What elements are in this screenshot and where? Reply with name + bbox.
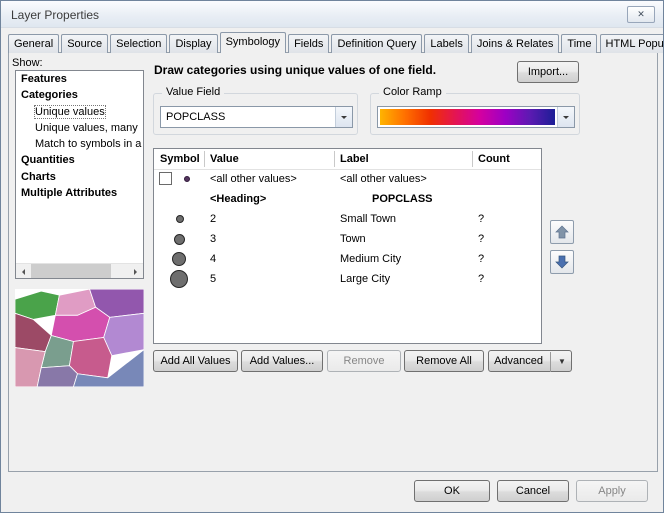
value-field-group-label: Value Field bbox=[162, 86, 224, 98]
close-button[interactable]: ✕ bbox=[627, 6, 655, 23]
window-title: Layer Properties bbox=[11, 8, 99, 22]
color-ramp-dropdown[interactable] bbox=[377, 106, 575, 128]
row-value: 5 bbox=[210, 269, 216, 289]
row-count: ? bbox=[478, 269, 484, 289]
chevron-down-icon[interactable] bbox=[557, 107, 574, 127]
map-preview-image bbox=[15, 289, 144, 387]
symbology-map-preview bbox=[15, 289, 144, 387]
graduated-circle-icon[interactable] bbox=[170, 270, 188, 288]
point-symbol-icon[interactable] bbox=[184, 176, 190, 182]
ok-button[interactable]: OK bbox=[414, 480, 490, 502]
graduated-circle-icon[interactable] bbox=[172, 252, 186, 266]
symbology-pane: Show: Features Categories Unique values … bbox=[8, 52, 658, 472]
row-label: Medium City bbox=[340, 249, 401, 269]
all-other-values-checkbox[interactable] bbox=[159, 172, 172, 185]
scroll-left-icon[interactable] bbox=[16, 264, 31, 279]
row-label: POPCLASS bbox=[372, 189, 433, 209]
add-all-values-button[interactable]: Add All Values bbox=[153, 350, 238, 372]
remove-button[interactable]: Remove bbox=[327, 350, 401, 372]
scrollbar-thumb[interactable] bbox=[31, 264, 111, 279]
tab-time[interactable]: Time bbox=[561, 34, 597, 53]
menu-arrow-icon: ▼ bbox=[550, 352, 566, 372]
unique-values-table: Symbol Value Label Count <all other valu… bbox=[153, 148, 542, 344]
show-item-match-symbols[interactable]: Match to symbols in a bbox=[16, 136, 143, 152]
table-row-large-city[interactable]: 5 Large City ? bbox=[154, 269, 541, 289]
arrow-down-icon bbox=[555, 255, 569, 269]
table-row-heading[interactable]: <Heading> POPCLASS bbox=[154, 189, 541, 209]
row-count: ? bbox=[478, 209, 484, 229]
move-down-button[interactable] bbox=[550, 250, 574, 274]
column-divider bbox=[472, 151, 473, 167]
column-divider bbox=[334, 151, 335, 167]
row-count: ? bbox=[478, 229, 484, 249]
show-item-unique-values[interactable]: Unique values bbox=[16, 104, 143, 120]
apply-button[interactable]: Apply bbox=[576, 480, 648, 502]
tab-strip: General Source Selection Display Symbolo… bbox=[8, 32, 664, 53]
chevron-down-icon[interactable] bbox=[335, 107, 352, 127]
tab-source[interactable]: Source bbox=[61, 34, 108, 53]
col-header-value[interactable]: Value bbox=[210, 149, 239, 169]
row-value: <all other values> bbox=[210, 169, 297, 189]
scroll-right-icon[interactable] bbox=[128, 264, 143, 279]
column-divider bbox=[204, 151, 205, 167]
tab-general[interactable]: General bbox=[8, 34, 59, 53]
graduated-circle-icon[interactable] bbox=[174, 234, 185, 245]
title-bar[interactable]: Layer Properties ✕ bbox=[1, 1, 663, 28]
row-value: 3 bbox=[210, 229, 216, 249]
move-up-button[interactable] bbox=[550, 220, 574, 244]
value-field-group: Value Field POPCLASS bbox=[153, 93, 358, 135]
show-list: Features Categories Unique values Unique… bbox=[15, 70, 144, 279]
show-item-unique-values-many[interactable]: Unique values, many bbox=[16, 120, 143, 136]
row-label: Large City bbox=[340, 269, 390, 289]
color-ramp-group-label: Color Ramp bbox=[379, 86, 446, 98]
show-list-hscrollbar[interactable] bbox=[16, 263, 143, 278]
tab-definition-query[interactable]: Definition Query bbox=[331, 34, 422, 53]
color-ramp-gradient bbox=[380, 109, 555, 125]
show-item-features[interactable]: Features bbox=[16, 71, 143, 87]
add-values-button[interactable]: Add Values... bbox=[241, 350, 323, 372]
table-row-medium-city[interactable]: 4 Medium City ? bbox=[154, 249, 541, 269]
show-label: Show: bbox=[12, 57, 43, 69]
tab-display[interactable]: Display bbox=[169, 34, 217, 53]
row-value: <Heading> bbox=[210, 189, 266, 209]
tab-labels[interactable]: Labels bbox=[424, 34, 468, 53]
show-item-charts[interactable]: Charts bbox=[16, 169, 143, 185]
advanced-button[interactable]: Advanced ▼ bbox=[488, 350, 572, 372]
layer-properties-dialog: Layer Properties ✕ General Source Select… bbox=[0, 0, 664, 513]
show-item-multiple-attributes[interactable]: Multiple Attributes bbox=[16, 185, 143, 201]
col-header-count[interactable]: Count bbox=[478, 149, 510, 169]
close-icon: ✕ bbox=[637, 9, 645, 19]
row-value: 4 bbox=[210, 249, 216, 269]
col-header-symbol[interactable]: Symbol bbox=[160, 149, 200, 169]
row-count: ? bbox=[478, 249, 484, 269]
row-label: Small Town bbox=[340, 209, 396, 229]
col-header-label[interactable]: Label bbox=[340, 149, 369, 169]
table-row-all-other-values[interactable]: <all other values> <all other values> bbox=[154, 169, 541, 189]
show-item-quantities[interactable]: Quantities bbox=[16, 152, 143, 168]
value-field-selected: POPCLASS bbox=[166, 111, 225, 123]
row-value: 2 bbox=[210, 209, 216, 229]
tab-symbology[interactable]: Symbology bbox=[220, 32, 286, 53]
tab-fields[interactable]: Fields bbox=[288, 34, 329, 53]
color-ramp-group: Color Ramp bbox=[370, 93, 580, 135]
method-description: Draw categories using unique values of o… bbox=[154, 63, 436, 77]
arrow-up-icon bbox=[555, 225, 569, 239]
graduated-circle-icon[interactable] bbox=[176, 215, 184, 223]
show-item-categories[interactable]: Categories bbox=[16, 87, 143, 103]
cancel-button[interactable]: Cancel bbox=[497, 480, 569, 502]
tab-html-popup[interactable]: HTML Popup bbox=[600, 34, 664, 53]
advanced-button-label: Advanced bbox=[494, 355, 543, 367]
row-label: Town bbox=[340, 229, 366, 249]
table-row-small-town[interactable]: 2 Small Town ? bbox=[154, 209, 541, 229]
import-button[interactable]: Import... bbox=[517, 61, 579, 83]
tab-joins-relates[interactable]: Joins & Relates bbox=[471, 34, 559, 53]
remove-all-button[interactable]: Remove All bbox=[404, 350, 484, 372]
row-label: <all other values> bbox=[340, 169, 427, 189]
tab-selection[interactable]: Selection bbox=[110, 34, 167, 53]
table-row-town[interactable]: 3 Town ? bbox=[154, 229, 541, 249]
value-field-dropdown[interactable]: POPCLASS bbox=[160, 106, 353, 128]
